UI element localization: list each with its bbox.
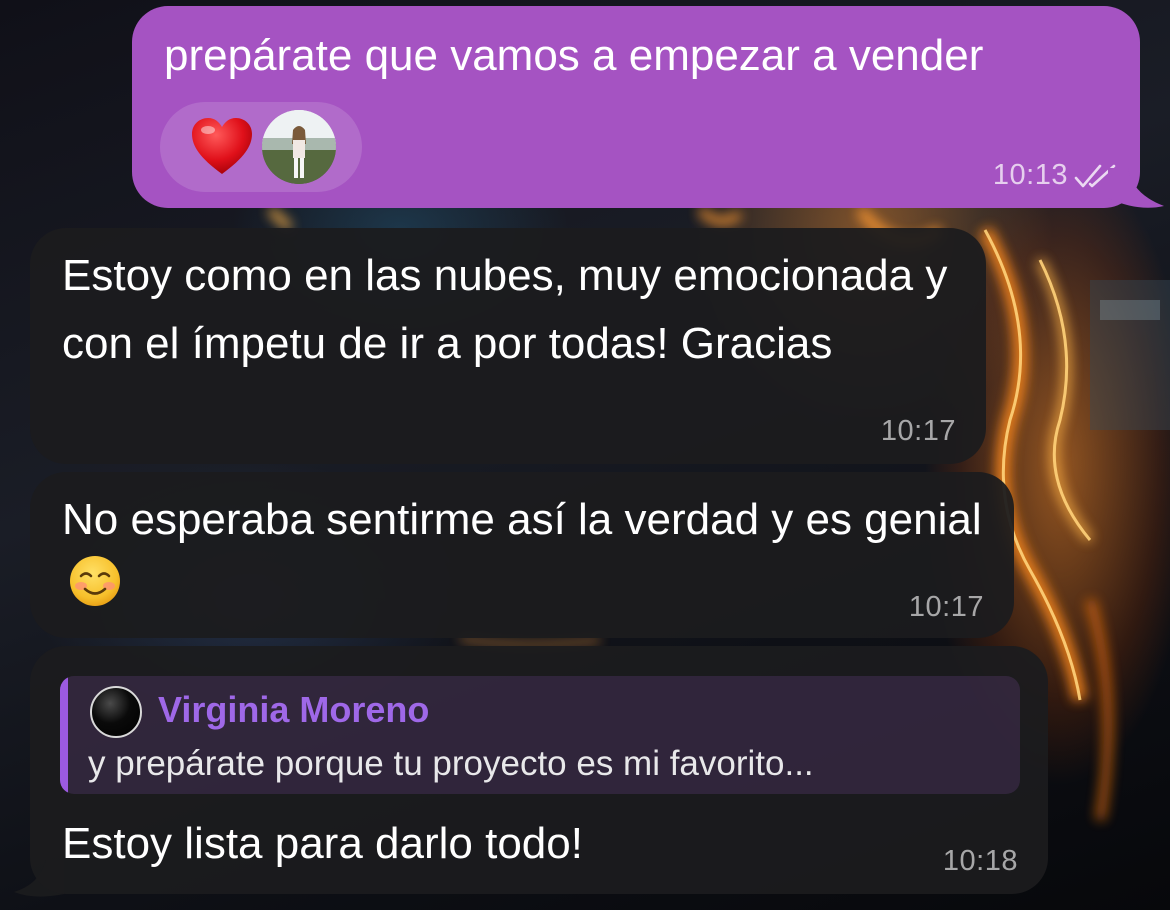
message-time: 10:17	[908, 591, 984, 623]
outgoing-message-bubble[interactable]: prepárate que vamos a empezar a vender 1…	[132, 6, 1140, 208]
incoming-message-bubble[interactable]: No esperaba sentirme así la verdad y es …	[30, 472, 1014, 638]
message-text: No esperaba sentirme así la verdad y es …	[62, 495, 982, 544]
message-time: 10:17	[880, 415, 956, 447]
reply-author-avatar	[90, 686, 142, 738]
heart-icon	[192, 118, 252, 174]
smiling-face-icon	[70, 556, 120, 606]
message-time: 10:18	[942, 845, 1018, 877]
outgoing-bubble-tail	[1108, 168, 1164, 208]
incoming-message-bubble[interactable]: Estoy como en las nubes, muy emocionada …	[30, 228, 986, 464]
reply-quote[interactable]: Virginia Moreno y prepárate porque tu pr…	[60, 676, 1020, 794]
message-text: Estoy lista para darlo todo!	[62, 819, 583, 868]
reply-author-name: Virginia Moreno	[158, 689, 430, 730]
message-reaction[interactable]	[160, 102, 362, 192]
message-text: prepárate que vamos a empezar a vender	[164, 31, 984, 80]
reactor-avatar	[262, 110, 336, 184]
incoming-bubble-tail	[14, 860, 64, 897]
reply-quoted-text: y prepárate porque tu proyecto es mi fav…	[88, 744, 814, 783]
message-time: 10:13	[992, 159, 1068, 191]
incoming-message-bubble[interactable]: Virginia Moreno y prepárate porque tu pr…	[30, 646, 1048, 894]
reply-accent-bar	[60, 676, 68, 794]
message-text-wrapper: No esperaba sentirme así la verdad y es …	[62, 486, 992, 622]
message-text: Estoy como en las nubes, muy emocionada …	[62, 251, 960, 368]
